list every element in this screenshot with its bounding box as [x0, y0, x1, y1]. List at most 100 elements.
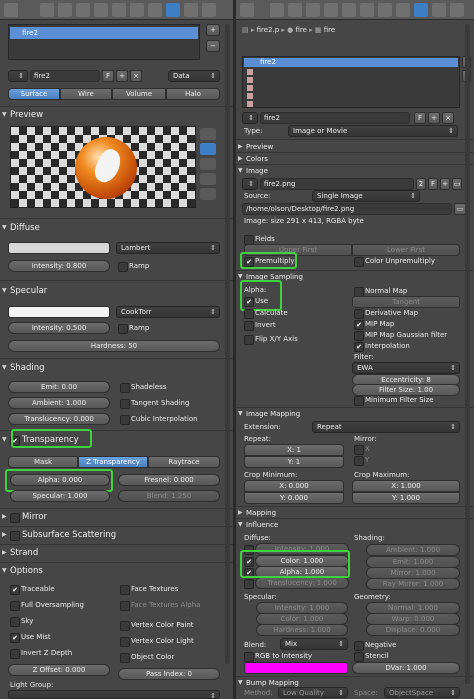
new-texture-button[interactable]: + — [428, 112, 440, 124]
specular-ramp-checkbox[interactable]: Ramp — [118, 323, 149, 334]
constraints-icon[interactable] — [342, 3, 356, 17]
repeat-x-field[interactable]: X: 1 — [244, 444, 344, 456]
data-icon[interactable] — [378, 3, 392, 17]
tab-mask[interactable]: Mask — [8, 456, 78, 468]
diffuse-shader-dropdown[interactable]: Lambert — [116, 242, 220, 254]
tab-volume[interactable]: Volume — [112, 88, 166, 100]
tangent-shading-checkbox[interactable]: Tangent Shading — [120, 398, 189, 409]
ambient-slider[interactable]: Ambient: 1.000 — [8, 397, 110, 409]
particles-icon[interactable] — [432, 3, 446, 17]
influence-header[interactable]: Influence — [236, 518, 474, 532]
specular-shader-dropdown[interactable]: CookTorr — [116, 306, 220, 318]
texture-fake-user-button[interactable]: F — [414, 112, 426, 124]
remove-slot-button[interactable]: − — [206, 40, 220, 52]
preview-cube-icon[interactable] — [200, 158, 216, 170]
empty-slot-icon[interactable] — [247, 101, 253, 107]
z-offset-field[interactable]: Z Offset: 0.000 — [8, 664, 110, 676]
influence-displace-slider[interactable]: Displace: 0.000 — [366, 624, 460, 636]
rgb-to-intensity-checkbox[interactable]: RGB to Intensity — [244, 651, 312, 662]
material-slot-list[interactable]: fire2 — [8, 24, 200, 60]
texture-type-dropdown[interactable]: Image or Movie — [288, 125, 458, 137]
fake-user-button[interactable]: F — [102, 70, 114, 82]
diffuse-intensity-slider[interactable]: Intensity: 0.800 — [8, 260, 110, 272]
calculate-alpha-checkbox[interactable]: Calculate — [244, 308, 288, 319]
tab-raytrace[interactable]: Raytrace — [148, 456, 220, 468]
link-dropdown[interactable]: Data — [168, 70, 220, 82]
translucency-slider[interactable]: Translucency: 0.000 — [8, 413, 110, 425]
material-slot-selected[interactable]: fire2 — [10, 27, 198, 39]
specular-intensity-slider[interactable]: Intensity: 0.500 — [8, 322, 110, 334]
diffuse-panel-header[interactable]: Diffuse — [0, 221, 233, 235]
transparency-specular-slider[interactable]: Specular: 1.000 — [10, 490, 110, 502]
texture-icon[interactable] — [184, 3, 198, 17]
bump-space-dropdown[interactable]: ObjectSpace — [384, 687, 460, 698]
mirror-panel-header[interactable]: Mirror — [0, 510, 233, 524]
tab-z-transparency[interactable]: Z Transparency — [78, 456, 148, 468]
left-scrollbar[interactable] — [225, 24, 230, 664]
texture-slot-list[interactable]: fire2 — [242, 56, 460, 108]
stencil-checkbox[interactable]: Stencil — [354, 651, 389, 662]
scene-icon[interactable] — [288, 3, 302, 17]
influence-ambient-slider[interactable]: Ambient: 1.000 — [366, 544, 460, 556]
source-dropdown[interactable]: Single Image — [312, 190, 420, 202]
shading-panel-header[interactable]: Shading — [0, 361, 233, 375]
crop-max-x-field[interactable]: X: 1.000 — [352, 480, 460, 492]
preview-monkey-icon[interactable] — [200, 173, 216, 185]
fields-checkbox[interactable]: Fields — [244, 234, 275, 245]
image-fake-user-button[interactable]: F — [428, 178, 438, 190]
image-header[interactable]: Image — [236, 164, 474, 178]
filter-dropdown[interactable]: EWA — [352, 362, 460, 374]
sky-checkbox[interactable]: Sky — [10, 616, 33, 627]
right-scrollbar[interactable] — [465, 24, 470, 684]
object-color-checkbox[interactable]: Object Color — [120, 652, 174, 663]
derivative-map-checkbox[interactable]: Derivative Map — [354, 308, 418, 319]
influence-ray-mirror-slider[interactable]: Ray Mirror: 1.000 — [366, 578, 460, 590]
cubic-interpolation-checkbox[interactable]: Cubic Interpolation — [120, 414, 198, 425]
empty-slot-icon[interactable] — [247, 77, 253, 83]
pass-index-field[interactable]: Pass Index: 0 — [118, 668, 220, 680]
dvar-field[interactable]: DVar: 1.000 — [352, 662, 460, 674]
vertex-color-light-checkbox[interactable]: Vertex Color Light — [120, 636, 194, 647]
unlink-texture-button[interactable]: × — [442, 112, 454, 124]
physics-icon[interactable] — [450, 3, 464, 17]
options-panel-header[interactable]: Options — [0, 564, 233, 578]
blend-color-swatch[interactable] — [244, 662, 348, 674]
crop-min-x-field[interactable]: X: 0.000 — [244, 480, 344, 492]
traceable-checkbox[interactable]: Traceable — [10, 584, 55, 595]
specular-panel-header[interactable]: Specular — [0, 284, 233, 298]
world-icon[interactable] — [76, 3, 90, 17]
image-users-count[interactable]: 2 — [416, 178, 426, 190]
material-name-field[interactable]: fire2 — [30, 70, 100, 82]
interpolation-checkbox[interactable]: Interpolation — [354, 341, 410, 352]
texture-name-field[interactable]: fire2 — [260, 112, 410, 124]
emit-slider[interactable]: Emit: 0.00 — [8, 381, 110, 393]
normal-map-checkbox[interactable]: Normal Map — [354, 286, 407, 297]
texture-icon[interactable] — [414, 3, 428, 17]
face-textures-checkbox[interactable]: Face Textures — [120, 584, 178, 595]
texture-browse-icon[interactable] — [242, 112, 258, 124]
open-image-button[interactable]: ▭ — [452, 178, 462, 190]
unlink-material-button[interactable]: × — [130, 70, 142, 82]
tab-surface[interactable]: Surface — [8, 88, 60, 100]
modifiers-icon[interactable] — [130, 3, 144, 17]
minimum-filter-size-checkbox[interactable]: Minimum Filter Size — [354, 395, 434, 406]
light-group-field[interactable] — [8, 690, 220, 699]
negative-checkbox[interactable]: Negative — [354, 640, 396, 651]
repeat-y-field[interactable]: Y: 1 — [244, 456, 344, 468]
editor-type-icon[interactable] — [240, 3, 254, 17]
world-icon[interactable] — [306, 3, 320, 17]
add-slot-button[interactable]: + — [206, 24, 220, 36]
mip-map-checkbox[interactable]: MIP Map — [354, 319, 394, 330]
image-filepath-field[interactable]: /home/olson/Desktop/fire2.png — [242, 203, 452, 215]
mirror-x-checkbox[interactable]: X — [354, 444, 370, 455]
material-browse-icon[interactable] — [8, 70, 28, 82]
extension-dropdown[interactable]: Repeat — [312, 421, 460, 433]
specular-color-swatch[interactable] — [8, 306, 110, 318]
diffuse-color-swatch[interactable] — [8, 242, 110, 254]
strand-panel-header[interactable]: Strand — [0, 546, 233, 560]
shadeless-checkbox[interactable]: Shadeless — [120, 382, 166, 393]
influence-translucency-slider[interactable]: Translucency: 1.000 — [255, 577, 349, 589]
data-icon[interactable] — [148, 3, 162, 17]
editor-type-icon[interactable] — [4, 3, 18, 17]
empty-slot-icon[interactable] — [247, 85, 253, 91]
